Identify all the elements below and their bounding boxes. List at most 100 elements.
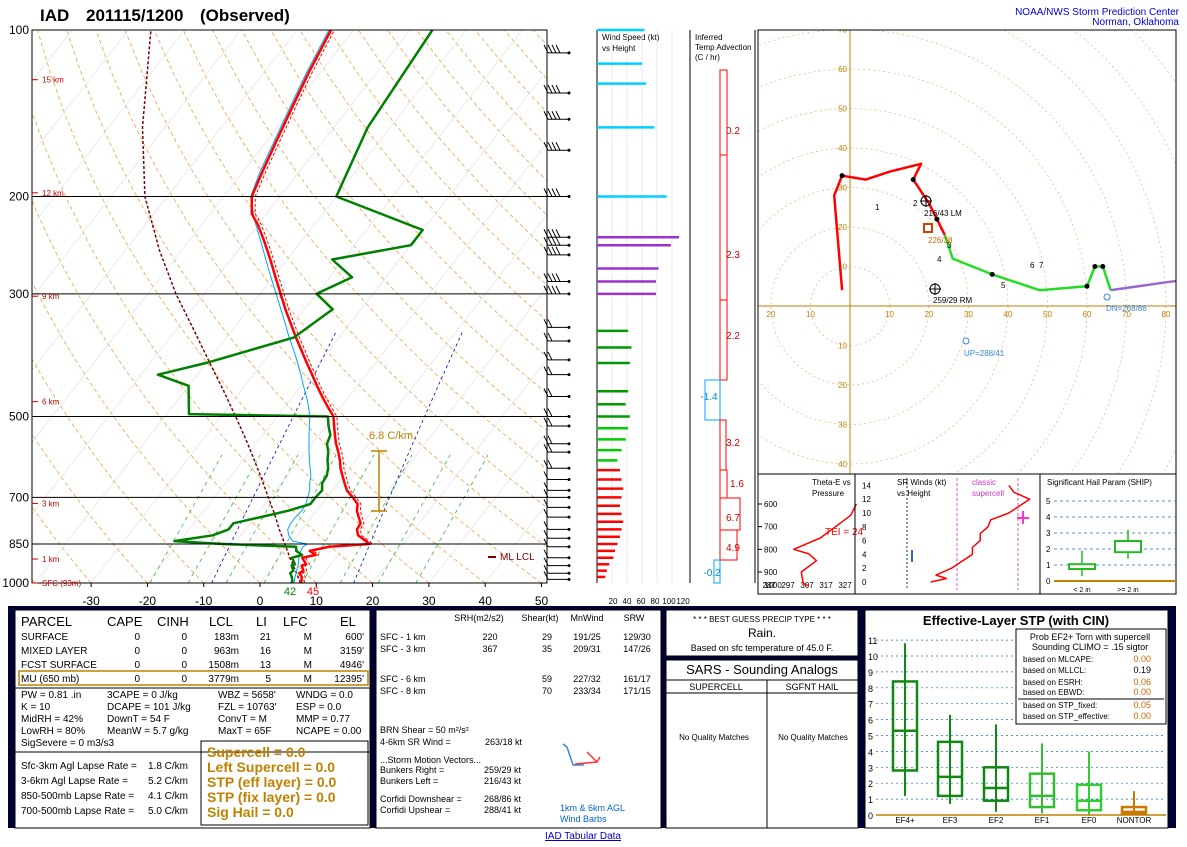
barb-end — [567, 495, 571, 499]
height-label: SFC (93m) — [42, 579, 81, 588]
ship-title: Significant Hail Param (SHIP) — [1047, 478, 1152, 487]
temp-tick-label: -20 — [139, 594, 157, 608]
temp-tick-label: 50 — [535, 594, 549, 608]
hodo-tick: 20 — [838, 223, 847, 232]
hodo-km-dot — [839, 173, 845, 179]
pressure-tick-label: 100 — [9, 23, 29, 37]
barb-end — [567, 117, 571, 121]
index-cell: MidRH = 42% — [21, 714, 83, 725]
hodo-tick: 60 — [838, 65, 847, 74]
downshear-label: DN=268/86 — [1106, 304, 1147, 313]
vector-value: 259/29 kt — [484, 765, 522, 775]
barb-flag — [547, 44, 553, 54]
stp-title: Effective-Layer STP (with CIN) — [923, 613, 1109, 628]
srwind-subtitle: vs Height — [897, 489, 931, 498]
stp-y-tick: 9 — [868, 668, 873, 678]
barb-end — [567, 148, 571, 152]
downshear-marker — [1103, 293, 1111, 301]
ship-panel: Significant Hail Param (SHIP) 0 1 2 3 4 5 < 2 i… — [1039, 473, 1177, 595]
stp-prob-label: based on MLCAPE: — [1023, 655, 1093, 664]
thetae-y-tick: 800 — [764, 545, 778, 554]
adv-title: Inferred — [695, 33, 723, 42]
kin-mnwind: 191/25 — [573, 632, 601, 642]
srwind-y-tick: 14 — [862, 481, 871, 490]
parcel-header: CAPE — [107, 614, 143, 629]
barb-flag — [555, 273, 561, 282]
adv-value: 2.2 — [726, 331, 740, 342]
index-cell: K = 10 — [21, 702, 51, 713]
wind-barb — [543, 538, 571, 549]
sars-col-header: SGFNT HAIL — [786, 682, 839, 692]
tabular-data-link[interactable]: IAD Tabular Data — [545, 831, 621, 842]
wind-barb — [543, 84, 571, 95]
hodo-km-label: 6 — [1030, 261, 1035, 270]
moist-adiabat — [149, 454, 223, 583]
adv-value: 6.7 — [726, 513, 740, 524]
right-mover-marker — [929, 283, 941, 295]
barb-end — [567, 564, 571, 568]
barb-flag — [547, 388, 553, 397]
barb-end — [567, 339, 571, 343]
index-cell: ESP = 0.0 — [296, 702, 342, 713]
stp-y-tick: 3 — [868, 763, 873, 773]
height-label: 15 km — [42, 76, 64, 85]
ship-frame — [1039, 473, 1177, 595]
hodo-km-label: 4 — [937, 255, 942, 264]
srwind-y-tick: 8 — [862, 523, 867, 532]
barb-flag — [551, 273, 557, 282]
parcel-cell: M — [304, 674, 312, 685]
barb-end — [567, 545, 571, 549]
stp-prob-value: 0.06 — [1133, 677, 1151, 687]
barb-end — [567, 450, 571, 454]
stp-prob-value: 0.00 — [1133, 687, 1151, 697]
vector-label: Corfidi Upshear = — [380, 805, 450, 815]
barb-flag — [547, 443, 553, 453]
parcel-cell: MU (650 mb) — [21, 674, 79, 685]
index-cell: LowRH = 80% — [21, 726, 85, 737]
wind-speed-tick: 80 — [651, 597, 660, 606]
wind-barb — [543, 332, 571, 343]
storm-vectors-title: ...Storm Motion Vectors... — [380, 755, 481, 765]
srwind-y-tick: 10 — [862, 509, 871, 518]
parcel-header: LFC — [283, 614, 308, 629]
parcel-cell: 16 — [260, 646, 272, 657]
parcel-cell: 13 — [260, 660, 272, 671]
barb-end — [567, 235, 571, 239]
ship-y-tick: 4 — [1046, 513, 1051, 522]
srwind-title: SR Winds (kt) — [897, 478, 947, 487]
barb-end — [567, 280, 571, 284]
mean-wind-label: 226/38 — [928, 236, 953, 245]
kin-shear: 29 — [542, 632, 552, 642]
barb-flag — [547, 319, 553, 328]
barb-flag — [551, 84, 557, 94]
height-label: 1 km — [42, 555, 60, 564]
moist-adiabat — [225, 454, 299, 583]
stp-prob-label: based on EBWD: — [1023, 688, 1084, 697]
moist-adiabat — [377, 454, 451, 583]
dry-adiabat — [32, 110, 373, 583]
srwind-y-tick: 2 — [862, 564, 867, 573]
barb-end — [567, 466, 571, 470]
pressure-tick-label: 500 — [9, 410, 29, 424]
kin-mnwind: 209/31 — [573, 644, 601, 654]
vector-label: Bunkers Left = — [380, 776, 438, 786]
dry-adiabat — [32, 281, 261, 583]
pressure-tick-label: 1000 — [2, 576, 29, 590]
sars-col-header: SUPERCELL — [689, 682, 743, 692]
stp-category: EF4+ — [895, 816, 915, 825]
wind-barb — [543, 111, 571, 121]
stp-prob-title: Prob EF2+ Torn with supercell — [1030, 632, 1150, 642]
wind-barb — [543, 443, 571, 454]
wind-barb — [543, 236, 571, 247]
lapse-rate-bracket — [371, 450, 387, 512]
wind-barb — [543, 417, 571, 428]
wind-barb — [543, 408, 571, 419]
index-cell: ConvT = M — [218, 714, 267, 725]
index-cell: MeanW = 5.7 g/kg — [107, 726, 188, 737]
thetae-trace — [792, 503, 858, 587]
ship-box-body — [1068, 563, 1096, 571]
vector-value: 268/86 kt — [484, 794, 522, 804]
index-cell: PW = 0.81 .in — [21, 690, 81, 701]
supercell-label: supercell — [972, 489, 1004, 498]
hodo-km-dot — [1084, 283, 1090, 289]
